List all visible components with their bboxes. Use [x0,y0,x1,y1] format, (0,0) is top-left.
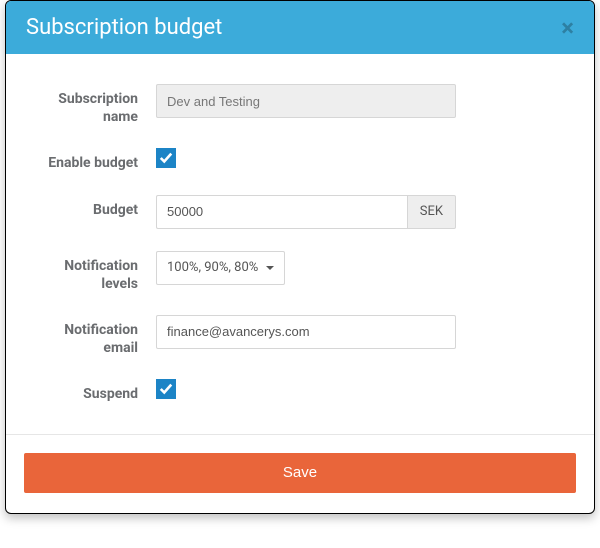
enable-budget-checkbox[interactable] [156,148,176,168]
row-budget: Budget SEK [36,195,564,229]
budget-label: Budget [36,195,156,219]
modal-title: Subscription budget [26,15,222,40]
subscription-name-label: Subscription name [36,84,156,126]
check-icon [159,151,173,165]
enable-budget-label: Enable budget [36,148,156,172]
subscription-name-input [156,84,456,118]
row-notification-email: Notification email [36,315,564,357]
currency-addon: SEK [407,195,456,229]
modal-footer: Save [6,435,594,513]
close-icon[interactable]: × [561,16,574,40]
notification-levels-label: Notification levels [36,251,156,293]
row-suspend: Suspend [36,379,564,403]
save-button[interactable]: Save [24,453,576,493]
modal-header: Subscription budget × [6,1,594,54]
notification-email-label: Notification email [36,315,156,357]
suspend-label: Suspend [36,379,156,403]
budget-input-group: SEK [156,195,456,229]
chevron-down-icon [266,266,274,270]
notification-levels-dropdown[interactable]: 100%, 90%, 80% [156,251,285,285]
modal-body: Subscription name Enable budget Budget S… [6,54,594,435]
row-subscription-name: Subscription name [36,84,564,126]
budget-input[interactable] [156,195,407,229]
suspend-checkbox[interactable] [156,379,176,399]
subscription-budget-modal: Subscription budget × Subscription name … [5,0,595,514]
check-icon [159,382,173,396]
row-notification-levels: Notification levels 100%, 90%, 80% [36,251,564,293]
notification-email-input[interactable] [156,315,456,349]
notification-levels-value: 100%, 90%, 80% [167,260,258,275]
row-enable-budget: Enable budget [36,148,564,172]
